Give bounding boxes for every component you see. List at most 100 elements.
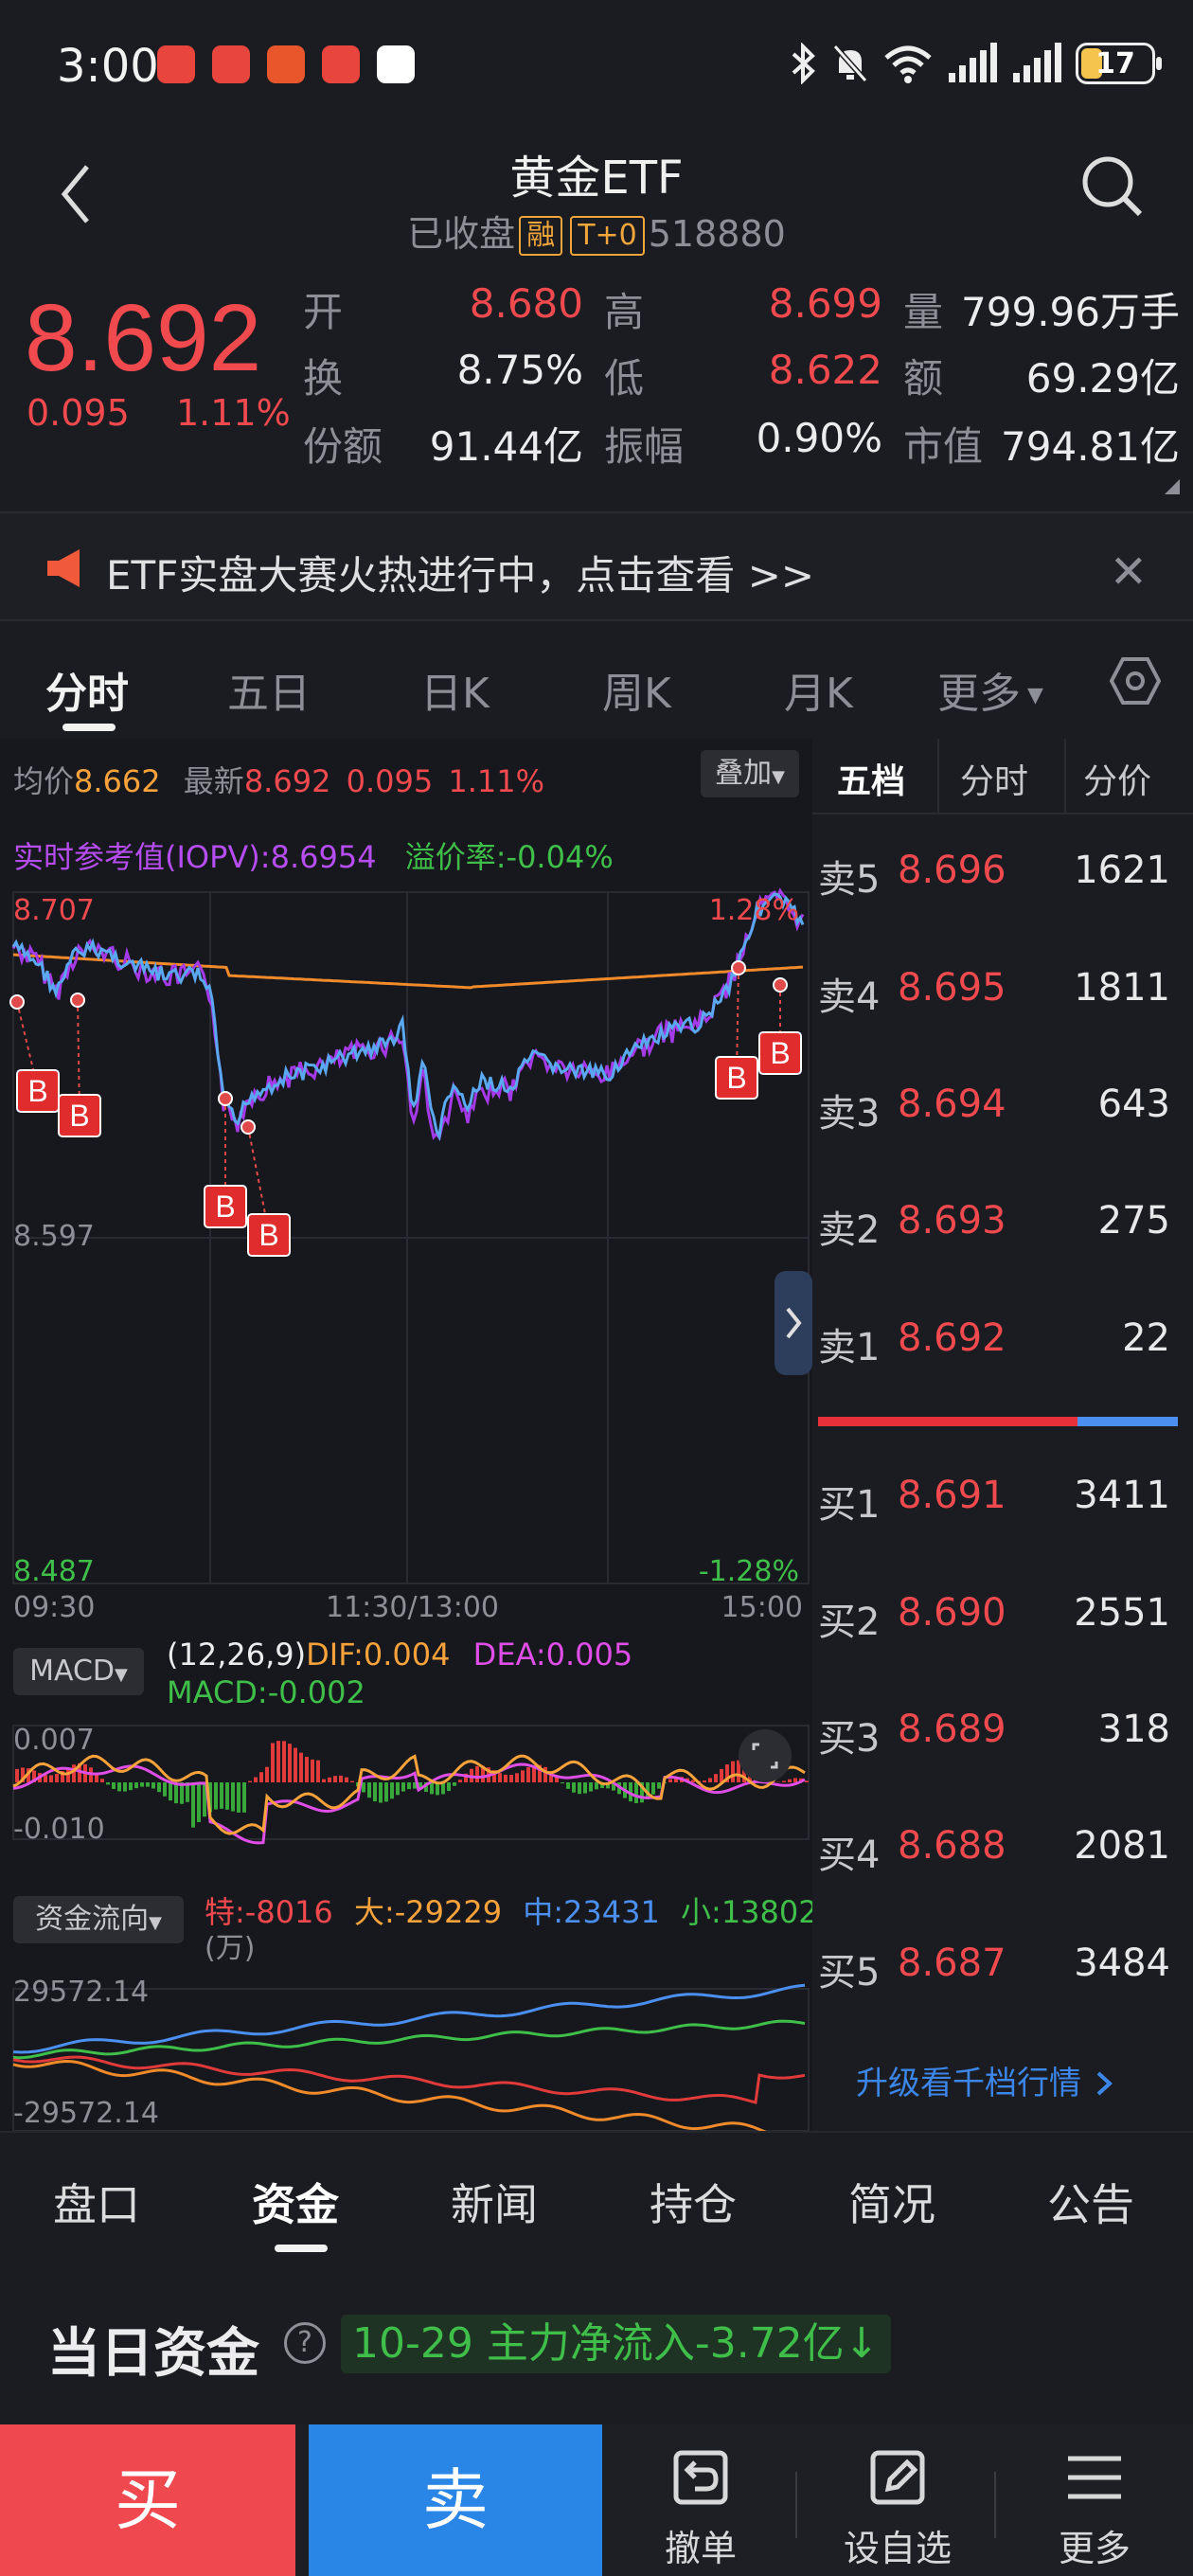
macd-histogram-bar [254, 1777, 258, 1782]
macd-histogram-bar [231, 1782, 235, 1812]
macd-histogram-bar [788, 1779, 792, 1782]
macd-histogram-bar [407, 1782, 411, 1790]
svg-text:B: B [69, 1099, 89, 1133]
tab-five-levels[interactable]: 五档 [837, 754, 905, 803]
active-tab-indicator [62, 724, 116, 731]
bid-row-2[interactable]: 买2 8.690 2551 [812, 1591, 1193, 1648]
macd-histogram-bar [328, 1777, 331, 1782]
tab-five-day[interactable]: 五日 [227, 659, 311, 720]
macd-histogram-bar [458, 1780, 462, 1782]
time-axis-mid: 11:30/13:00 [326, 1591, 500, 1624]
small-order-flow-line [12, 2019, 806, 2060]
macd-histogram-bar [265, 1766, 269, 1782]
upgrade-depth-link[interactable]: 升级看千档行情 [856, 2057, 1117, 2103]
macd-histogram-bar [782, 1780, 786, 1782]
market-cap-label: 市值 [903, 423, 984, 470]
macd-histogram-bar [543, 1766, 547, 1782]
page-title: 黄金ETF [509, 152, 684, 205]
flow-legend: 特:-8016 大:-29229 中:23431 小:13802 [205, 1894, 818, 1930]
tab-daily-k[interactable]: 日K [420, 659, 490, 720]
axis-bottom-price: 8.487 [13, 1555, 95, 1588]
axis-top-price: 8.707 [13, 894, 95, 927]
help-icon[interactable]: ? [284, 2322, 326, 2364]
tab-order-panel[interactable]: 盘口 [53, 2171, 140, 2233]
macd-histogram-bar [504, 1774, 507, 1782]
macd-histogram-bar [276, 1741, 280, 1782]
bid-row-4[interactable]: 买4 8.688 2081 [812, 1824, 1193, 1881]
time-axis-end: 15:00 [721, 1591, 803, 1624]
low-value: 8.622 [768, 347, 882, 393]
macd-histogram-bar [123, 1782, 127, 1792]
ask-row-4[interactable]: 卖4 8.695 1811 [812, 966, 1193, 1023]
macd-axis-bottom: -0.010 [13, 1813, 105, 1846]
tab-intraday[interactable]: 分时 [45, 659, 129, 720]
macd-histogram-bar [100, 1779, 104, 1782]
macd-histogram-bar [259, 1772, 263, 1782]
settings-hexagon-icon[interactable] [1110, 655, 1161, 707]
ask-row-2[interactable]: 卖2 8.693 275 [812, 1199, 1193, 1256]
macd-histogram-bar [282, 1741, 286, 1782]
cancel-order-button[interactable]: 撤单 [625, 2424, 776, 2576]
tab-tick[interactable]: 分时 [960, 754, 1028, 803]
macd-histogram-bar [15, 1768, 19, 1782]
huawei-notification-icon [212, 45, 250, 83]
svg-text:B: B [258, 1218, 278, 1252]
amount-label: 额 [903, 355, 944, 402]
macd-histogram-bar [526, 1767, 530, 1782]
svg-text:B: B [726, 1061, 746, 1095]
indicator-dropdown[interactable]: MACD▼ [13, 1648, 144, 1695]
buy-marker: B [715, 960, 758, 1100]
ask-row-1[interactable]: 卖1 8.692 22 [812, 1316, 1193, 1373]
macd-histogram-bar [146, 1782, 150, 1787]
last-price: 8.692 [25, 285, 262, 391]
macd-histogram-bar [345, 1777, 348, 1782]
expand-chart-icon[interactable] [739, 1729, 792, 1782]
dea-line [12, 1762, 806, 1845]
macd-histogram-bar [447, 1782, 451, 1792]
macd-histogram-bar [589, 1782, 593, 1792]
menu-icon [1068, 2456, 1121, 2499]
tab-news[interactable]: 新闻 [451, 2171, 538, 2233]
divider [994, 2472, 996, 2538]
add-watchlist-button[interactable]: 设自选 [822, 2424, 973, 2576]
sell-button[interactable]: 卖 [309, 2424, 602, 2576]
megaphone-icon [47, 549, 80, 587]
ask-row-3[interactable]: 卖3 8.694 643 [812, 1082, 1193, 1139]
macd-histogram-bar [708, 1778, 712, 1782]
expand-corner-icon[interactable] [1165, 479, 1180, 494]
ask-row-5[interactable]: 卖5 8.696 1621 [812, 849, 1193, 905]
tab-announcements[interactable]: 公告 [1047, 2171, 1134, 2233]
bid-row-5[interactable]: 买5 8.687 3484 [812, 1941, 1193, 1998]
tab-holdings[interactable]: 持仓 [650, 2171, 737, 2233]
tab-monthly-k[interactable]: 月K [784, 659, 853, 720]
promo-banner[interactable]: ETF实盘大赛火热进行中，点击查看 >> ✕ [0, 511, 1193, 621]
macd-histogram-bar [720, 1768, 723, 1782]
macd-axis-top: 0.007 [13, 1724, 95, 1757]
bid-row-1[interactable]: 买1 8.691 3411 [812, 1474, 1193, 1530]
buy-button[interactable]: 买 [0, 2424, 295, 2576]
tab-capital[interactable]: 资金 [252, 2171, 339, 2233]
tab-more[interactable]: 更多 ▼ [937, 659, 1043, 720]
expand-orderbook-handle[interactable] [775, 1271, 812, 1375]
macd-histogram-bar [157, 1782, 161, 1793]
search-icon[interactable] [1079, 153, 1146, 220]
bid-row-3[interactable]: 买3 8.689 318 [812, 1708, 1193, 1764]
close-icon[interactable]: ✕ [1110, 546, 1148, 599]
app-notification-icon [322, 45, 360, 83]
tab-weekly-k[interactable]: 周K [602, 659, 671, 720]
macd-histogram-bar [106, 1782, 110, 1785]
macd-histogram-bar [396, 1782, 400, 1796]
tab-price-distribution[interactable]: 分价 [1083, 754, 1151, 803]
undo-order-icon [673, 2450, 728, 2505]
more-button[interactable]: 更多 [1019, 2424, 1170, 2576]
banner-text[interactable]: ETF实盘大赛火热进行中，点击查看 >> [106, 544, 814, 601]
active-tab-indicator [275, 2245, 328, 2252]
volume-label: 量 [903, 289, 944, 335]
amplitude-label: 振幅 [604, 423, 685, 470]
intraday-chart-panel[interactable]: 均价8.662 最新8.692 0.095 1.11% 叠加▼ 实时参考值(IO… [0, 739, 818, 2131]
news-notification-icon [377, 45, 415, 83]
flow-dropdown[interactable]: 资金流向▼ [13, 1896, 184, 1943]
tab-profile[interactable]: 简况 [848, 2171, 935, 2233]
flow-axis-top: 29572.14 [13, 1976, 150, 2009]
open-label: 开 [303, 289, 344, 335]
